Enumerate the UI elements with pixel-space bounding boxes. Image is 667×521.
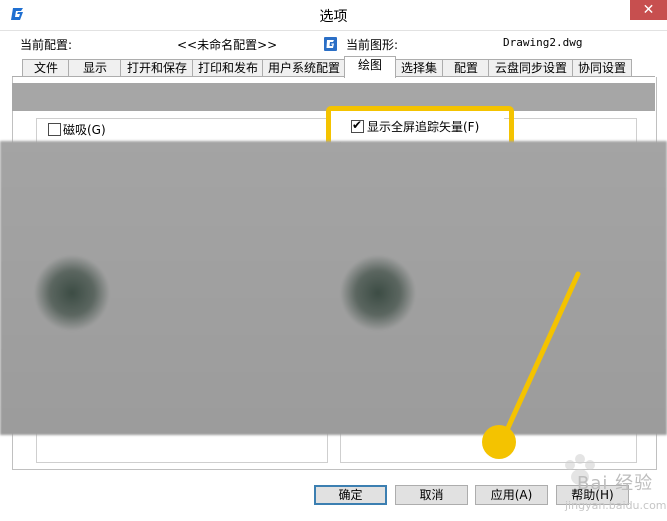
current-drawing-value: Drawing2.dwg [503, 36, 583, 49]
current-profile-label: 当前配置: [20, 38, 73, 52]
blurred-options-region [0, 141, 667, 435]
tab-user-preferences[interactable]: 用户系统配置 [262, 59, 346, 77]
current-drawing-label: 当前图形: [346, 38, 399, 52]
ok-button[interactable]: 确定 [314, 485, 387, 505]
options-dialog: 选项 ✕ 当前配置: <<未命名配置>> 当前图形: Drawing2.dwg … [0, 0, 667, 521]
tab-display[interactable]: 显示 [68, 59, 122, 77]
tab-selection[interactable]: 选择集 [394, 59, 444, 77]
drawing-file-icon [324, 37, 337, 51]
watermark-url: jingyan.baidu.com [565, 499, 667, 512]
tab-drafting[interactable]: 绘图 [344, 56, 396, 78]
tab-plot-publish[interactable]: 打印和发布 [192, 59, 264, 77]
tab-open-save[interactable]: 打开和保存 [120, 59, 194, 77]
title-bar: 选项 ✕ [0, 0, 667, 31]
tab-collaboration[interactable]: 协同设置 [572, 59, 632, 77]
watermark-text: Bai 经验 [577, 473, 654, 494]
tab-profiles[interactable]: 配置 [442, 59, 490, 77]
cancel-button[interactable]: 取消 [395, 485, 468, 505]
magnet-checkbox[interactable] [48, 123, 61, 136]
window-title: 选项 [319, 9, 348, 25]
close-button[interactable]: ✕ [630, 0, 667, 20]
current-profile-value: <<未命名配置>> [177, 38, 278, 52]
magnet-label: 磁吸(G) [63, 123, 106, 137]
tab-cloud-sync[interactable]: 云盘同步设置 [488, 59, 574, 77]
tab-files[interactable]: 文件 [22, 59, 70, 77]
